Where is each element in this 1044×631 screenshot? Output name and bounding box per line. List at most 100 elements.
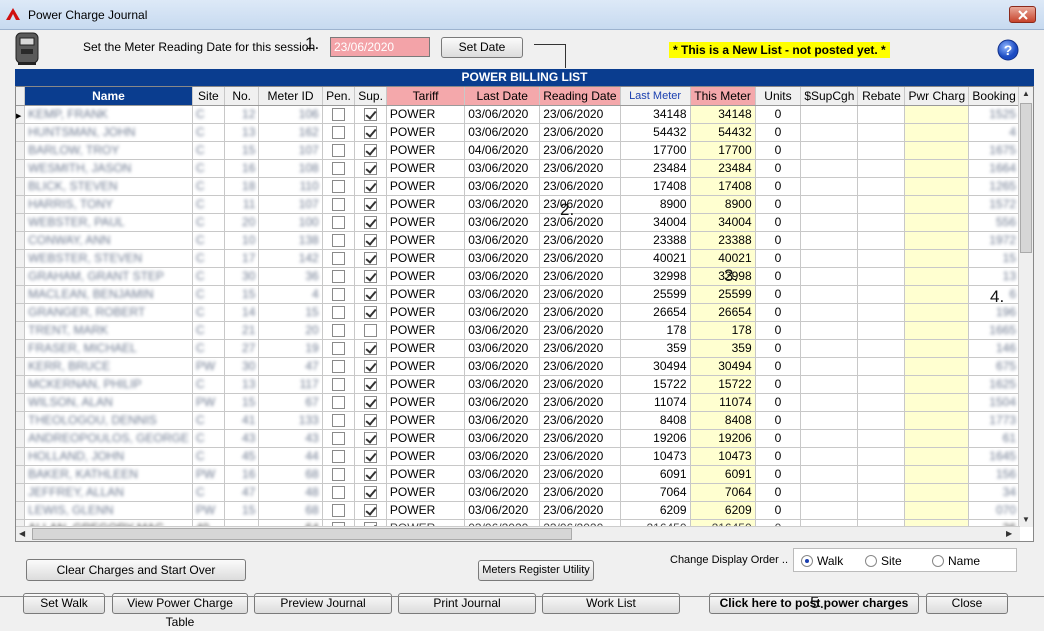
row-selector[interactable]: [16, 195, 26, 214]
sup-checkbox[interactable]: [364, 216, 378, 230]
no-cell[interactable]: 18: [224, 177, 260, 196]
vertical-scroll-thumb[interactable]: [1020, 103, 1032, 253]
pen-checkbox[interactable]: [331, 198, 345, 212]
units-cell[interactable]: 0: [755, 375, 802, 394]
reading-date-cell[interactable]: 23/06/2020: [539, 375, 621, 394]
table-row[interactable]: ▶ KEMP, FRANK C 12 106 POWER 03/06/2020 23/06/2…: [16, 105, 1020, 124]
last-meter-cell[interactable]: 25599: [620, 285, 691, 304]
last-meter-cell[interactable]: 34004: [620, 213, 691, 232]
site-cell[interactable]: C: [192, 375, 225, 394]
site-cell[interactable]: C: [192, 447, 225, 466]
col-units[interactable]: Units: [755, 87, 802, 106]
this-meter-cell[interactable]: 178: [690, 321, 756, 340]
last-date-cell[interactable]: 03/06/2020: [464, 213, 541, 232]
pwr-charge-cell[interactable]: [904, 141, 970, 160]
reading-date-cell[interactable]: 23/06/2020: [539, 195, 621, 214]
units-cell[interactable]: 0: [755, 231, 802, 250]
reading-date-cell[interactable]: 23/06/2020: [539, 447, 621, 466]
this-meter-cell[interactable]: 359: [690, 339, 756, 358]
booking-cell[interactable]: 1972: [968, 231, 1020, 250]
units-cell[interactable]: 0: [755, 267, 802, 286]
name-cell[interactable]: KERR, BRUCE: [24, 357, 193, 376]
booking-cell[interactable]: 1525: [968, 105, 1020, 124]
reading-date-cell[interactable]: 23/06/2020: [539, 177, 621, 196]
order-walk-radio[interactable]: Walk: [801, 554, 843, 568]
pen-cell[interactable]: [322, 357, 356, 376]
booking-cell[interactable]: 675: [968, 357, 1020, 376]
units-cell[interactable]: 0: [755, 213, 802, 232]
units-cell[interactable]: 0: [755, 249, 802, 268]
last-date-cell[interactable]: 03/06/2020: [464, 105, 541, 124]
tariff-cell[interactable]: POWER: [386, 357, 466, 376]
sup-charge-cell[interactable]: [800, 465, 859, 484]
no-cell[interactable]: 17: [224, 249, 260, 268]
reading-date-cell[interactable]: 23/06/2020: [539, 411, 621, 430]
pen-cell[interactable]: [322, 195, 356, 214]
sup-cell[interactable]: [354, 321, 387, 340]
sup-cell[interactable]: [354, 303, 387, 322]
booking-cell[interactable]: 1773: [968, 411, 1020, 430]
booking-cell[interactable]: 1265: [968, 177, 1020, 196]
table-row[interactable]: BAKER, KATHLEEN PW 16 68 POWER 03/06/2020 23/0…: [16, 465, 1020, 484]
last-meter-cell[interactable]: 6209: [620, 501, 691, 520]
units-cell[interactable]: 0: [755, 357, 802, 376]
sup-cell[interactable]: [354, 123, 387, 142]
sup-checkbox[interactable]: [364, 180, 378, 194]
sup-charge-cell[interactable]: [800, 501, 859, 520]
tariff-cell[interactable]: POWER: [386, 249, 466, 268]
site-cell[interactable]: C: [192, 321, 225, 340]
units-cell[interactable]: 0: [755, 447, 802, 466]
sup-charge-cell[interactable]: [800, 267, 859, 286]
last-date-cell[interactable]: 03/06/2020: [464, 447, 541, 466]
pen-cell[interactable]: [322, 249, 356, 268]
this-meter-cell[interactable]: 40021: [690, 249, 756, 268]
row-selector[interactable]: [16, 447, 26, 466]
sup-charge-cell[interactable]: [800, 357, 859, 376]
booking-cell[interactable]: 34: [968, 483, 1020, 502]
this-meter-cell[interactable]: 34004: [690, 213, 756, 232]
site-cell[interactable]: C: [192, 267, 225, 286]
pen-checkbox[interactable]: [331, 432, 345, 446]
site-cell[interactable]: C: [192, 195, 225, 214]
no-cell[interactable]: 15: [224, 501, 260, 520]
sup-charge-cell[interactable]: [800, 339, 859, 358]
last-date-cell[interactable]: 03/06/2020: [464, 231, 541, 250]
site-cell[interactable]: C: [192, 285, 225, 304]
sup-checkbox[interactable]: [364, 288, 378, 302]
pwr-charge-cell[interactable]: [904, 465, 970, 484]
meter-id-cell[interactable]: 15: [258, 303, 323, 322]
pen-checkbox[interactable]: [331, 234, 345, 248]
no-cell[interactable]: 12: [224, 105, 260, 124]
last-meter-cell[interactable]: 8900: [620, 195, 691, 214]
tariff-cell[interactable]: POWER: [386, 339, 466, 358]
sup-charge-cell[interactable]: [800, 447, 859, 466]
site-cell[interactable]: C: [192, 105, 225, 124]
pwr-charge-cell[interactable]: [904, 393, 970, 412]
rebate-cell[interactable]: [857, 267, 906, 286]
no-cell[interactable]: 27: [224, 339, 260, 358]
tariff-cell[interactable]: POWER: [386, 393, 466, 412]
rebate-cell[interactable]: [857, 447, 906, 466]
last-date-cell[interactable]: 03/06/2020: [464, 123, 541, 142]
col-sup[interactable]: Sup.: [354, 87, 387, 106]
sup-checkbox[interactable]: [364, 126, 378, 140]
set-date-button[interactable]: Set Date: [441, 37, 523, 58]
meter-id-cell[interactable]: 107: [258, 195, 323, 214]
sup-cell[interactable]: [354, 411, 387, 430]
pen-cell[interactable]: [322, 501, 356, 520]
clear-charges-button[interactable]: Clear Charges and Start Over: [26, 559, 246, 581]
last-meter-cell[interactable]: 30494: [620, 357, 691, 376]
booking-cell[interactable]: 1645: [968, 447, 1020, 466]
meter-id-cell[interactable]: 47: [258, 357, 323, 376]
no-cell[interactable]: 30: [224, 357, 260, 376]
sup-cell[interactable]: [354, 483, 387, 502]
pen-cell[interactable]: [322, 141, 356, 160]
pen-checkbox[interactable]: [331, 144, 345, 158]
name-cell[interactable]: CONWAY, ANN: [24, 231, 193, 250]
sup-charge-cell[interactable]: [800, 375, 859, 394]
tariff-cell[interactable]: POWER: [386, 195, 466, 214]
pwr-charge-cell[interactable]: [904, 375, 970, 394]
sup-cell[interactable]: [354, 375, 387, 394]
reading-date-cell[interactable]: 23/06/2020: [539, 159, 621, 178]
no-cell[interactable]: 30: [224, 267, 260, 286]
